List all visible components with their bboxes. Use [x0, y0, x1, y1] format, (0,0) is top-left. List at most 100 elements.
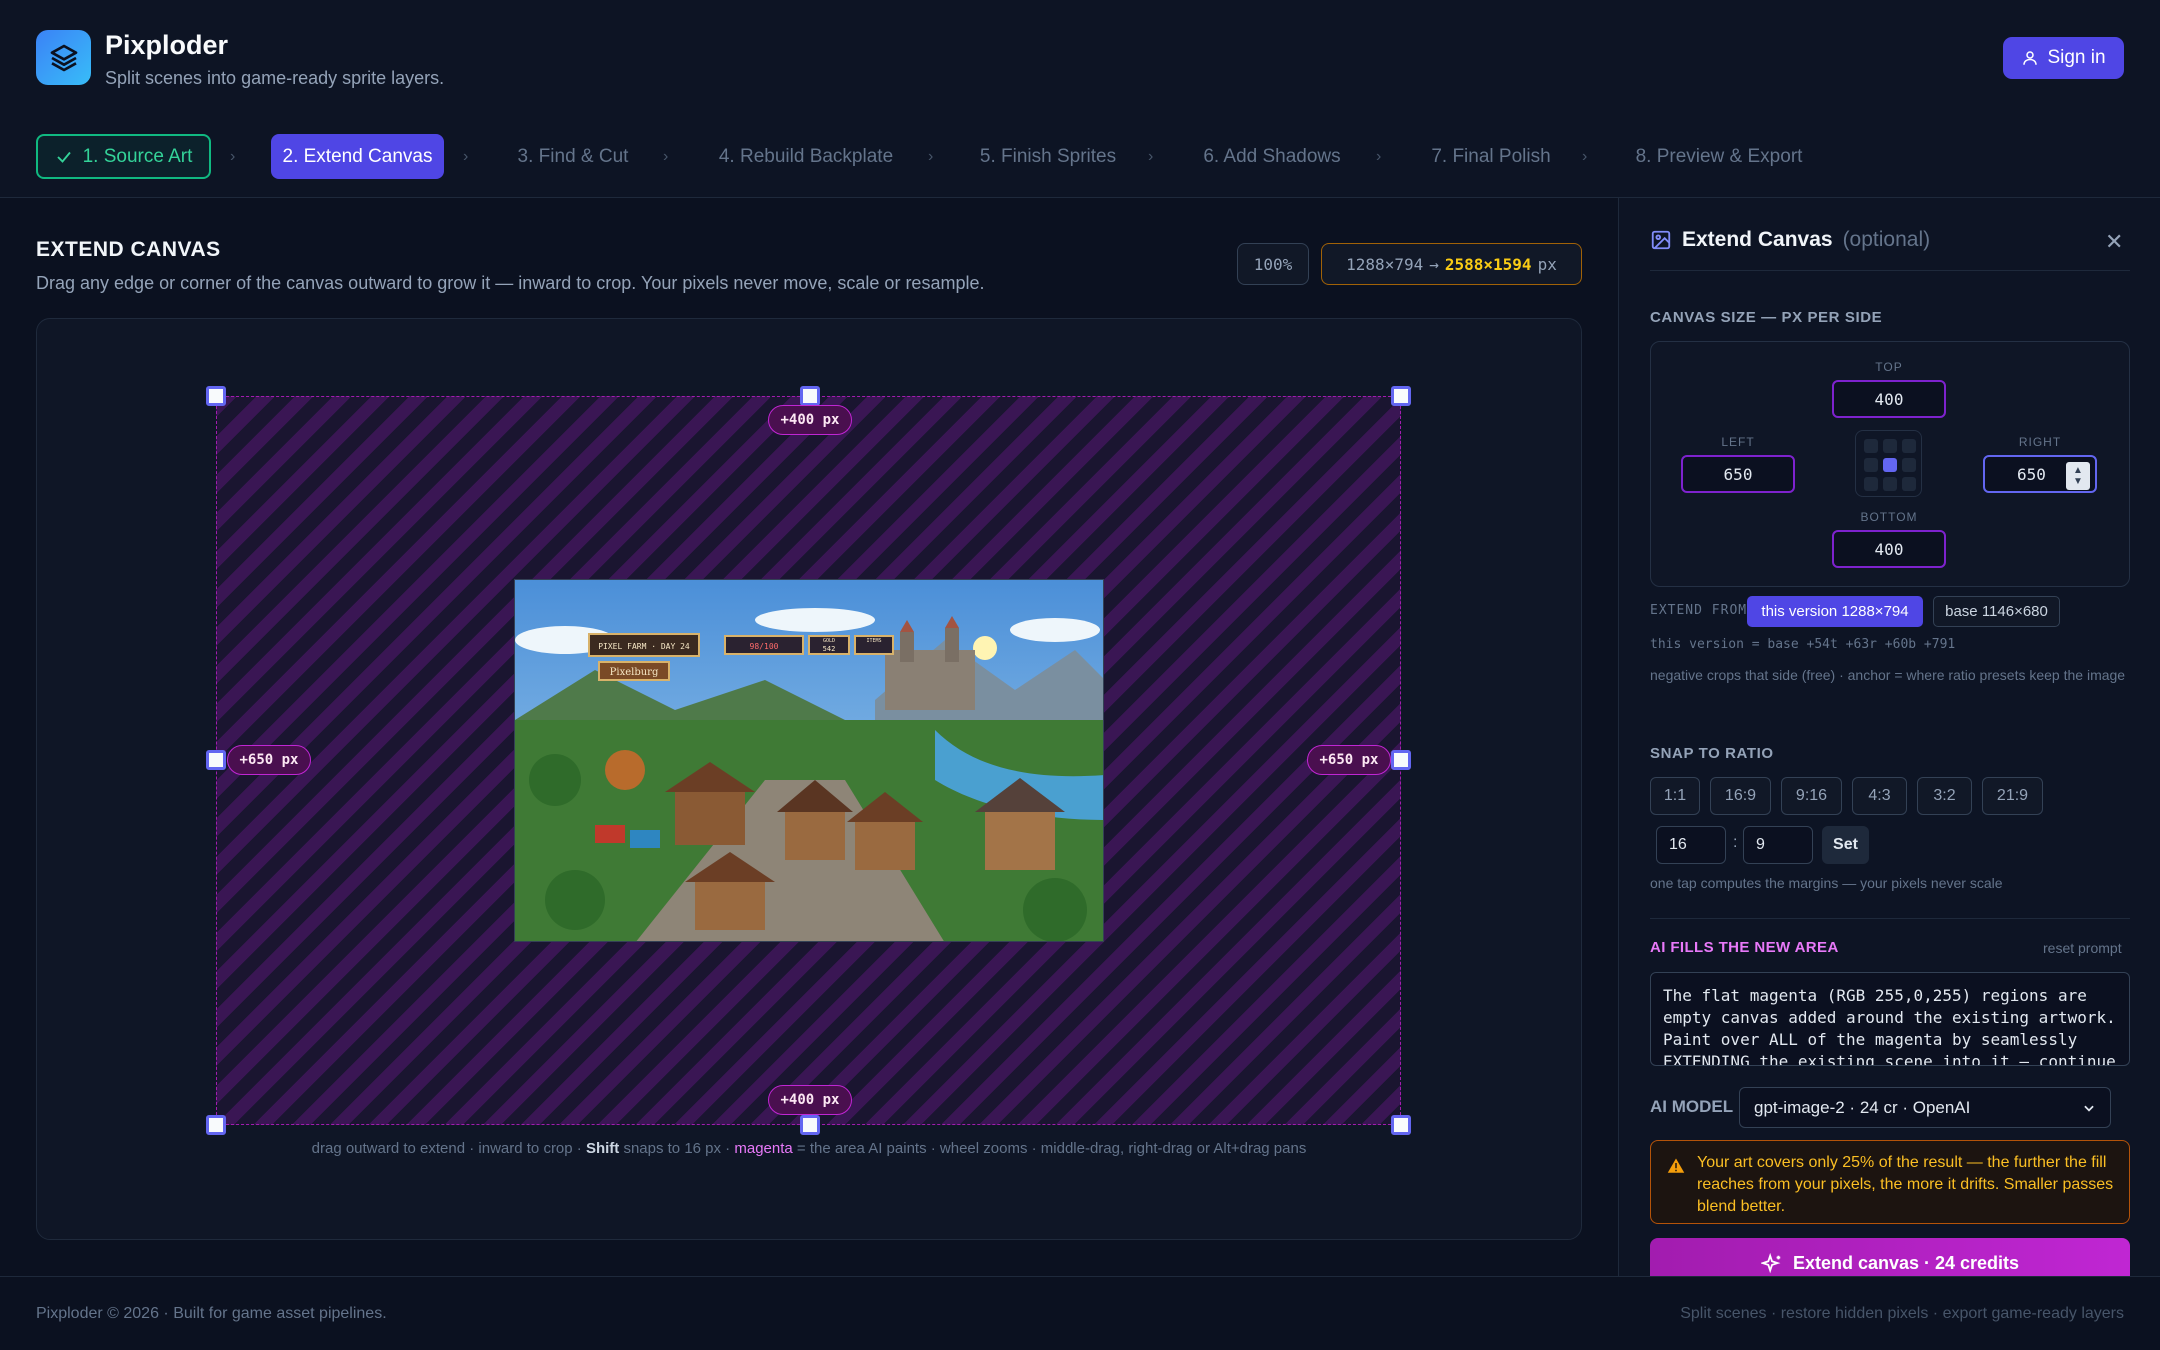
village-scene-image: PIXEL FARM · DAY 24 Pixelburg 98/100 GOL… [515, 580, 1103, 941]
right-extend-label: +650 px [1307, 745, 1391, 775]
bottom-extend-label: +400 px [768, 1085, 852, 1115]
step-rebuild-backplate[interactable]: 4. Rebuild Backplate [706, 134, 906, 179]
chevron-right-icon: › [663, 148, 669, 165]
extend-canvas-label: Extend canvas · 24 credits [1792, 1253, 2020, 1273]
ai-fill-title: AI FILLS THE NEW AREA [1650, 939, 1839, 956]
anchor-cell[interactable] [1864, 458, 1878, 472]
step-find-cut[interactable]: 3. Find & Cut [503, 134, 643, 179]
resize-handle-bottom-left[interactable] [206, 1115, 226, 1135]
number-stepper[interactable]: ▲ ▼ [2066, 462, 2090, 490]
top-margin-input[interactable]: 400 [1832, 380, 1946, 418]
step-label: 1. Source Art [82, 145, 193, 167]
anchor-grid [1855, 430, 1922, 497]
anchor-cell[interactable] [1883, 477, 1897, 491]
section-title: EXTEND CANVAS [36, 238, 221, 261]
extend-from-label: EXTEND FROM [1650, 603, 1748, 618]
left-margin-input[interactable]: 650 [1681, 455, 1795, 493]
top-label: TOP [1875, 360, 1903, 374]
anchor-cell[interactable] [1902, 458, 1916, 472]
ratio-16-9[interactable]: 16:9 [1710, 777, 1771, 815]
chevron-right-icon: › [1582, 148, 1588, 165]
chevron-right-icon: › [463, 148, 469, 165]
warning-icon [1667, 1158, 1685, 1173]
ratio-9-16[interactable]: 9:16 [1781, 777, 1842, 815]
ratio-width-input[interactable]: 16 [1656, 826, 1726, 864]
zoom-level[interactable]: 100% [1237, 243, 1309, 285]
chevron-right-icon: › [1376, 148, 1382, 165]
step-add-shadows[interactable]: 6. Add Shadows [1192, 134, 1352, 179]
extend-from-this-version[interactable]: this version 1288×794 [1747, 596, 1923, 627]
step-source-art[interactable]: 1. Source Art [36, 134, 211, 179]
anchor-cell[interactable] [1864, 477, 1878, 491]
hud-gold-label: GOLD [823, 638, 835, 644]
resize-handle-top-right[interactable] [1391, 386, 1411, 406]
app-header: Pixploder Split scenes into game-ready s… [0, 0, 2160, 118]
close-icon[interactable]: ✕ [2105, 229, 2123, 255]
hud-title: PIXEL FARM · DAY 24 [598, 642, 690, 651]
step-extend-canvas[interactable]: 2. Extend Canvas [271, 134, 444, 179]
crop-note: negative crops that side (free) · anchor… [1650, 667, 2126, 683]
section-description: Drag any edge or corner of the canvas ou… [36, 273, 985, 293]
canvas-size-readout: 1288×794 → 2588×1594 px [1321, 243, 1582, 285]
chevron-up-icon[interactable]: ▲ [2073, 465, 2083, 476]
size-to: 2588×1594 [1444, 254, 1532, 274]
chevron-down-icon [2084, 1105, 2094, 1112]
sparkles-icon [1760, 1253, 1781, 1274]
size-from: 1288×794 [1346, 254, 1424, 274]
anchor-cell[interactable] [1902, 477, 1916, 491]
resize-handle-bottom-right[interactable] [1391, 1115, 1411, 1135]
sign-in-label: Sign in [2047, 47, 2106, 68]
image-icon [1651, 230, 1671, 250]
set-ratio-button[interactable]: Set [1822, 826, 1869, 864]
extend-canvas-button[interactable]: Extend canvas · 24 credits [1650, 1238, 2130, 1278]
warning-text: Your art covers only 25% of the result —… [1697, 1154, 2114, 1215]
ratio-height-input[interactable]: 9 [1743, 826, 1813, 864]
version-note: this version = base +54t +63r +60b +791 [1650, 637, 1956, 652]
step-preview-export[interactable]: 8. Preview & Export [1624, 134, 1814, 179]
footer-tagline: Split scenes · restore hidden pixels · e… [1680, 1305, 2124, 1322]
ratio-1-1[interactable]: 1:1 [1650, 777, 1700, 815]
snap-note: one tap computes the margins — your pixe… [1650, 875, 2003, 891]
right-label: RIGHT [2018, 435, 2062, 449]
top-extend-label: +400 px [768, 405, 852, 435]
ratio-3-2[interactable]: 3:2 [1917, 777, 1972, 815]
check-icon [56, 151, 71, 163]
resize-handle-left[interactable] [206, 750, 226, 770]
chevron-right-icon: › [1148, 148, 1154, 165]
anchor-cell[interactable] [1883, 439, 1897, 453]
prompt-textarea[interactable]: The flat magenta (RGB 255,0,255) regions… [1650, 972, 2130, 1066]
sign-in-button[interactable]: Sign in [2003, 37, 2124, 79]
resize-handle-right[interactable] [1391, 750, 1411, 770]
bottom-margin-input[interactable]: 400 [1832, 530, 1946, 568]
resize-handle-bottom[interactable] [800, 1115, 820, 1135]
ratio-separator: : [1733, 834, 1738, 851]
chevron-right-icon: › [928, 148, 934, 165]
left-label: LEFT [1721, 435, 1755, 449]
resize-handle-top-left[interactable] [206, 386, 226, 406]
ratio-4-3[interactable]: 4:3 [1852, 777, 1907, 815]
ai-model-select[interactable]: gpt-image-2 · 24 cr · OpenAI [1739, 1087, 2111, 1128]
town-sign: Pixelburg [610, 667, 659, 678]
ai-model-value: gpt-image-2 · 24 cr · OpenAI [1754, 1097, 1971, 1117]
anchor-cell[interactable] [1902, 439, 1916, 453]
size-unit: px [1537, 254, 1557, 274]
user-icon [2023, 51, 2038, 65]
divider [1650, 918, 2130, 919]
reset-prompt-link[interactable]: reset prompt [2043, 940, 2122, 956]
canvas-size-label: CANVAS SIZE — PX PER SIDE [1650, 309, 1883, 326]
resize-handle-top[interactable] [800, 386, 820, 406]
chevron-right-icon: › [230, 148, 236, 165]
left-extend-label: +650 px [227, 745, 311, 775]
ratio-21-9[interactable]: 21:9 [1982, 777, 2043, 815]
step-final-polish[interactable]: 7. Final Polish [1422, 134, 1560, 179]
source-artwork: PIXEL FARM · DAY 24 Pixelburg 98/100 GOL… [514, 579, 1104, 942]
chevron-down-icon[interactable]: ▼ [2073, 476, 2083, 487]
app-title: Pixploder [105, 30, 229, 60]
extend-from-base[interactable]: base 1146×680 [1933, 596, 2060, 627]
step-finish-sprites[interactable]: 5. Finish Sprites [968, 134, 1128, 179]
bottom-label: BOTTOM [1860, 510, 1918, 524]
panel-optional: (optional) [1842, 228, 1931, 251]
layers-icon [36, 30, 91, 85]
anchor-cell-selected[interactable] [1883, 458, 1897, 472]
anchor-cell[interactable] [1864, 439, 1878, 453]
